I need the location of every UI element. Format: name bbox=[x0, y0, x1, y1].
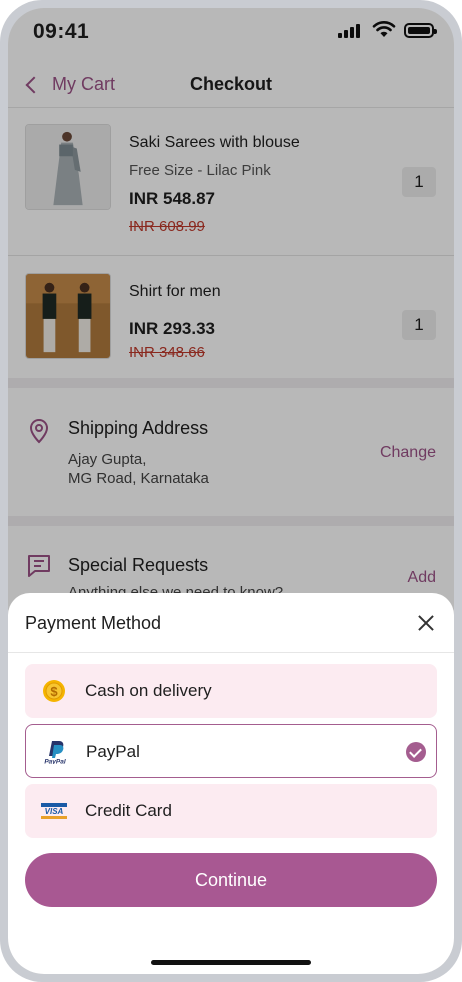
device-frame: 09:41 My Cart Checkout Saki Sarees with … bbox=[0, 0, 462, 982]
payment-option-paypal[interactable]: PayPal PayPal bbox=[25, 724, 437, 778]
paypal-icon: PayPal bbox=[44, 741, 66, 765]
visa-card-icon: VISA bbox=[41, 803, 67, 819]
coin-icon: $ bbox=[43, 680, 65, 702]
payment-option-label: Cash on delivery bbox=[85, 681, 212, 700]
close-icon[interactable] bbox=[418, 615, 434, 631]
payment-option-label: PayPal bbox=[86, 742, 140, 761]
svg-text:$: $ bbox=[50, 684, 58, 699]
payment-option-label: Credit Card bbox=[85, 801, 172, 820]
screen: 09:41 My Cart Checkout Saki Sarees with … bbox=[8, 8, 454, 974]
payment-option-cod[interactable]: $ Cash on delivery bbox=[25, 664, 437, 718]
continue-button[interactable]: Continue bbox=[25, 853, 437, 907]
svg-text:VISA: VISA bbox=[45, 807, 64, 816]
check-circle-icon bbox=[406, 742, 426, 762]
payment-option-credit-card[interactable]: VISA Credit Card bbox=[25, 784, 437, 838]
svg-text:PayPal: PayPal bbox=[44, 759, 66, 765]
divider bbox=[8, 652, 454, 653]
home-indicator bbox=[151, 960, 311, 965]
payment-method-sheet: Payment Method $ Cash on delivery PayPal… bbox=[8, 593, 454, 974]
sheet-title: Payment Method bbox=[25, 613, 162, 633]
